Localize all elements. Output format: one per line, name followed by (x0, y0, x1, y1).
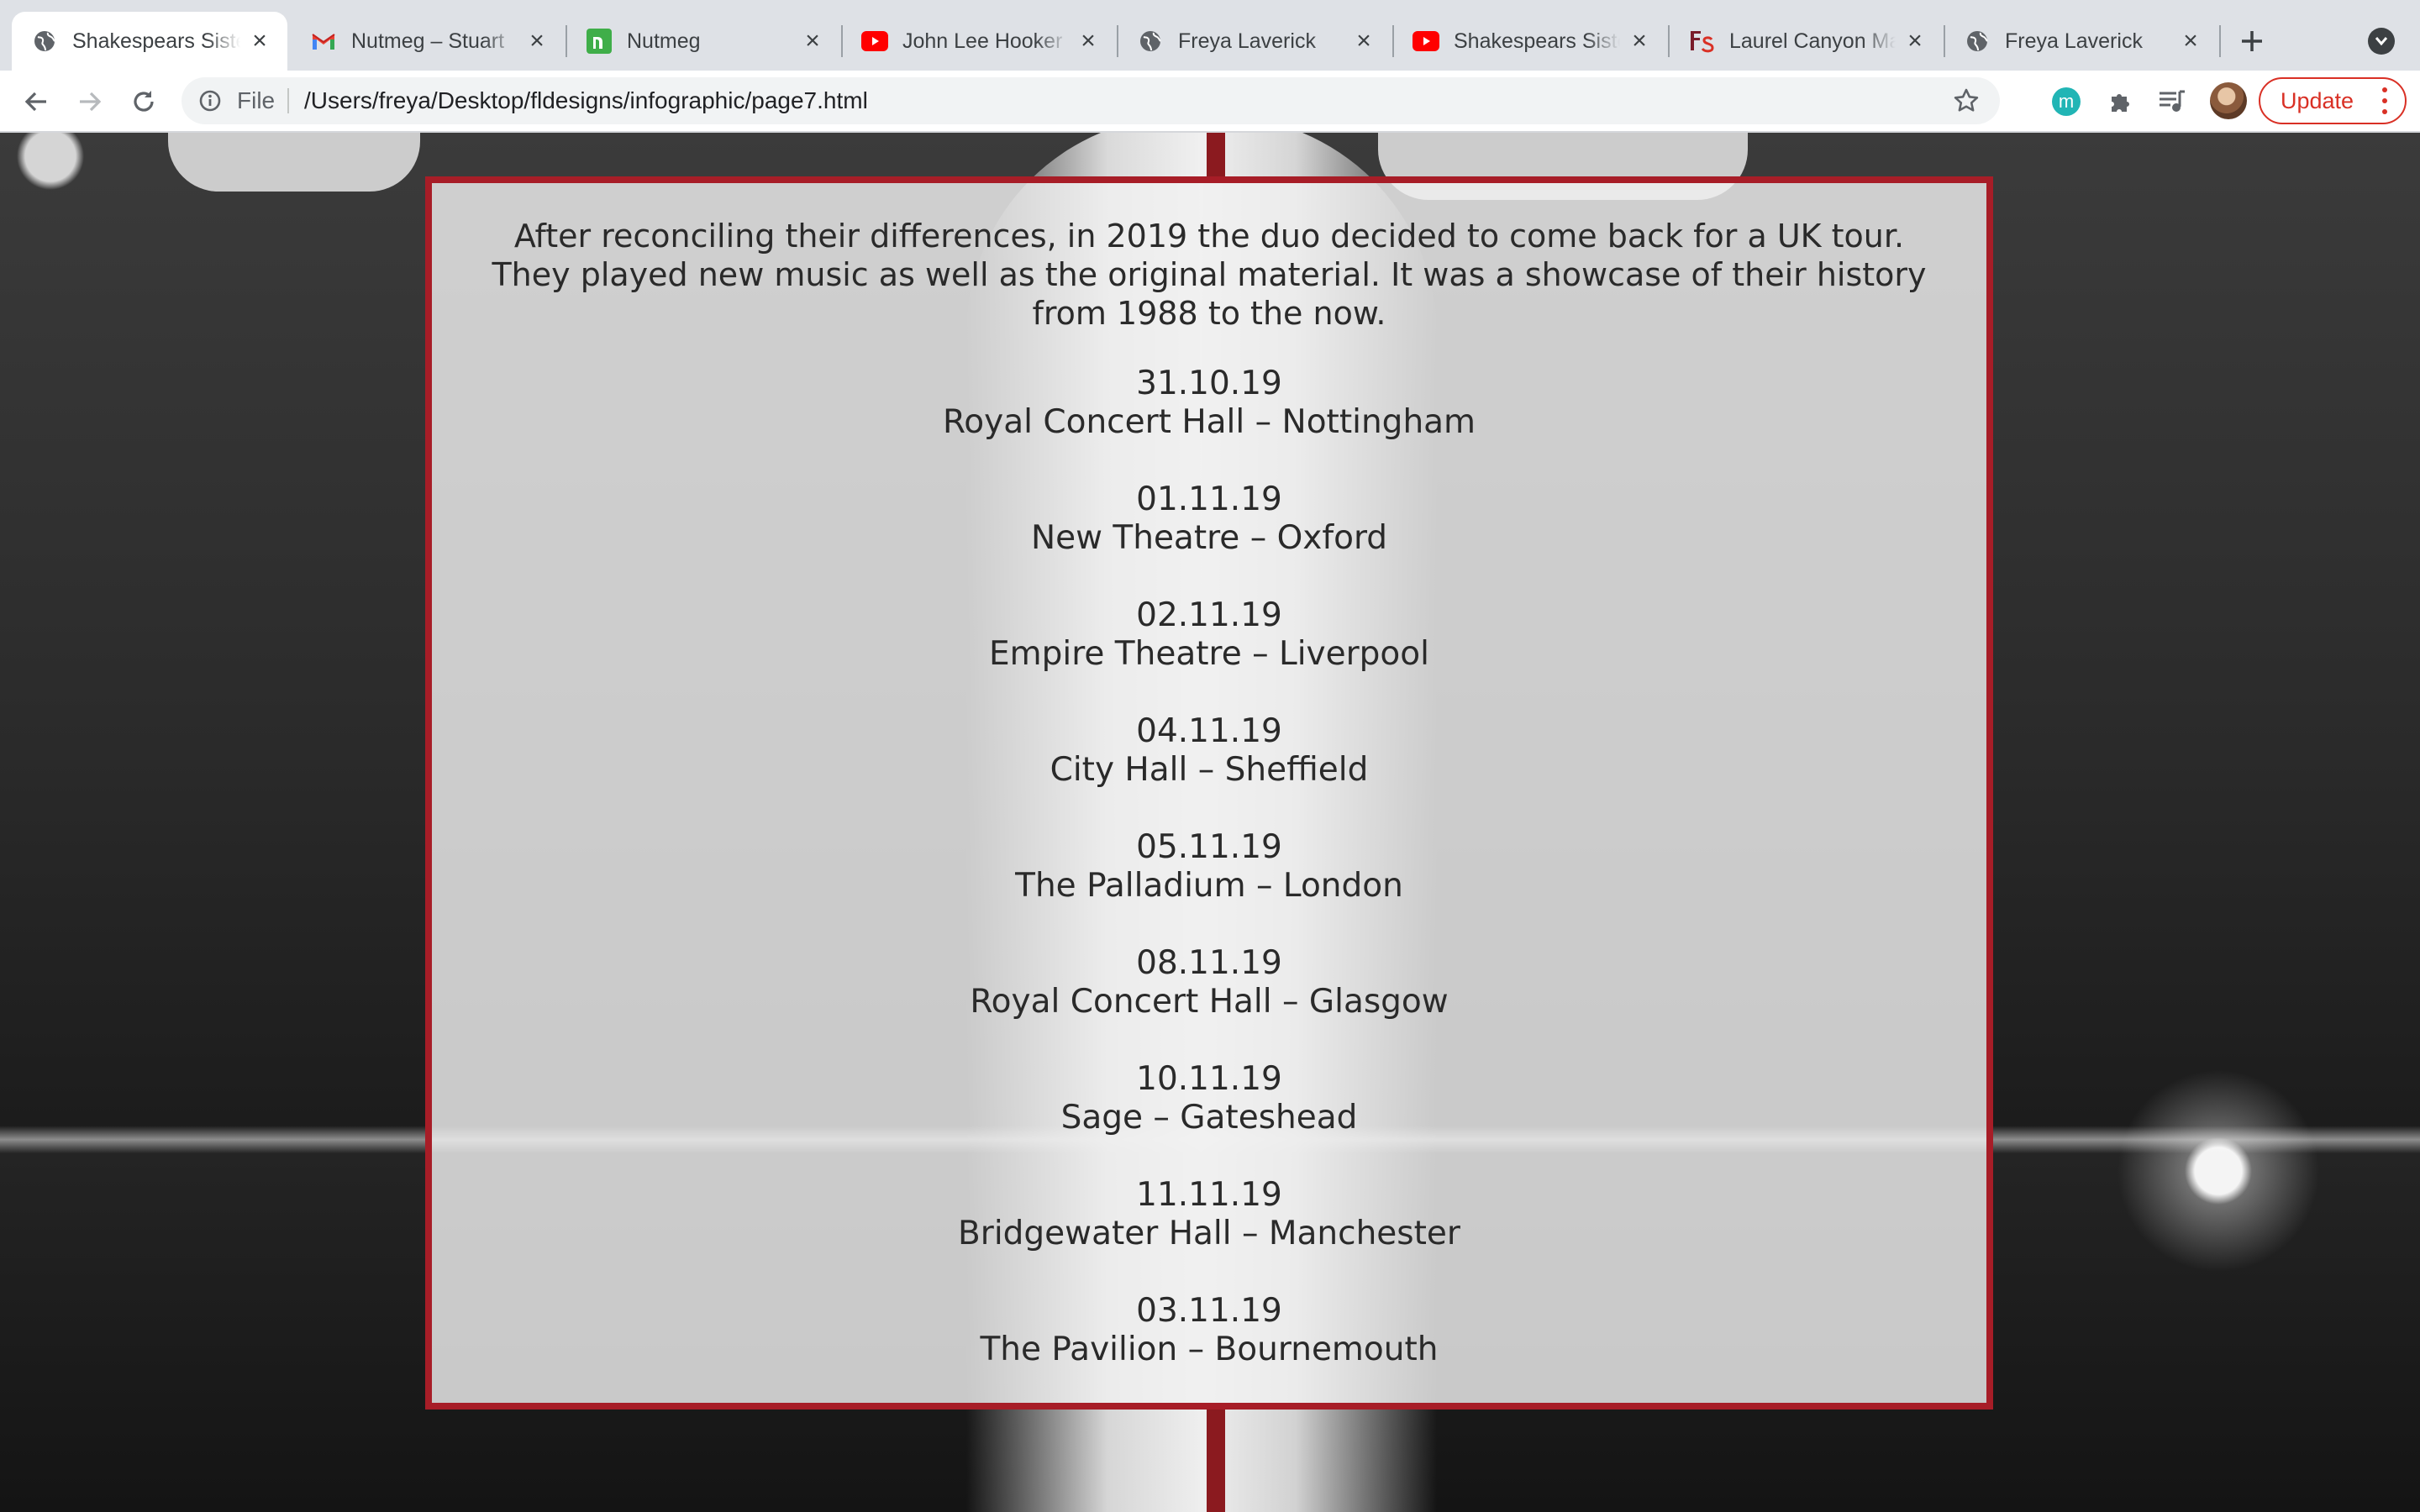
tour-venue: The Pavilion – Bournemouth (980, 1331, 1439, 1368)
globe-icon (30, 27, 59, 55)
tour-date: 03.11.19 (1136, 1292, 1282, 1330)
tab-separator (2219, 25, 2221, 57)
tour-date: 11.11.19 (1136, 1176, 1282, 1214)
close-icon[interactable]: × (1902, 27, 1928, 55)
tab-strip: Shakespears Sister × Nutmeg – Stuart × N… (0, 0, 2420, 71)
tour-venue: Bridgewater Hall – Manchester (958, 1215, 1460, 1252)
tour-date-item: 02.11.19 Empire Theatre – Liverpool (432, 596, 1986, 674)
tab-title: Shakespears Sister (1454, 29, 1620, 53)
back-button[interactable] (17, 82, 55, 121)
tour-date-item: 05.11.19 The Palladium – London (432, 828, 1986, 906)
tour-venue: Royal Concert Hall – Nottingham (942, 403, 1476, 441)
tab-nutmeg[interactable]: Nutmeg × (566, 12, 840, 71)
tour-date: 31.10.19 (1136, 365, 1282, 402)
tab-freya-laverick[interactable]: Freya Laverick × (1118, 12, 1392, 71)
extensions-puzzle-icon[interactable] (2102, 84, 2138, 119)
address-bar[interactable]: File /Users/freya/Desktop/fldesigns/info… (182, 77, 2000, 124)
close-icon[interactable]: × (1351, 27, 1376, 55)
close-icon[interactable]: × (1076, 27, 1101, 55)
media-queue-icon[interactable] (2154, 84, 2190, 119)
tour-date: 04.11.19 (1136, 712, 1282, 750)
tab-title: Shakespears Sister (72, 29, 240, 53)
address-divider (287, 88, 289, 113)
tab-nutmeg-stuart[interactable]: Nutmeg – Stuart × (291, 12, 565, 71)
tour-date: 10.11.19 (1136, 1060, 1282, 1098)
tour-date-item: 10.11.19 Sage – Gateshead (432, 1060, 1986, 1137)
tab-john-lee-hooker[interactable]: John Lee Hooker × (842, 12, 1116, 71)
tour-panel: After reconciling their differences, in … (425, 176, 1993, 1410)
tab-search-button[interactable] (2368, 28, 2395, 55)
tour-date: 08.11.19 (1136, 944, 1282, 982)
tour-venue: City Hall – Sheffield (1050, 751, 1369, 789)
profile-avatar[interactable] (2210, 82, 2247, 119)
gmail-icon (309, 27, 338, 55)
new-tab-button[interactable] (2228, 22, 2275, 60)
tab-freya-laverick-2[interactable]: Freya Laverick × (1944, 12, 2218, 71)
close-icon[interactable]: × (524, 27, 550, 55)
forward-button[interactable] (71, 82, 109, 121)
tab-title: Nutmeg – Stuart (351, 29, 505, 53)
close-icon[interactable]: × (800, 27, 825, 55)
tour-date-item: 03.11.19 The Pavilion – Bournemouth (432, 1292, 1986, 1369)
tab-title: John Lee Hooker (902, 29, 1063, 53)
nutmeg-icon (585, 27, 613, 55)
close-icon[interactable]: × (2178, 27, 2203, 55)
youtube-icon (1412, 27, 1440, 55)
arrow-left-icon (24, 92, 46, 112)
tour-date: 02.11.19 (1136, 596, 1282, 634)
arrow-right-icon (80, 92, 102, 112)
tab-title: Freya Laverick (2005, 29, 2143, 53)
tab-title: Nutmeg (627, 29, 701, 53)
close-icon[interactable]: × (247, 27, 272, 55)
tour-date: 01.11.19 (1136, 480, 1282, 518)
tour-intro: After reconciling their differences, in … (492, 218, 1927, 332)
url-text[interactable]: /Users/freya/Desktop/fldesigns/infograph… (304, 87, 868, 114)
tour-dates-list: 31.10.19 Royal Concert Hall – Nottingham… (432, 365, 1986, 1369)
update-label: Update (2281, 87, 2354, 113)
reload-button[interactable] (124, 82, 163, 121)
youtube-icon (860, 27, 889, 55)
fs-icon (1687, 27, 1716, 55)
background-red-strip (1207, 1410, 1225, 1512)
tour-date: 05.11.19 (1136, 828, 1282, 866)
tab-shakespears-sister[interactable]: Shakespears Sister × (12, 12, 287, 71)
globe-icon (1963, 27, 1991, 55)
globe-icon (1136, 27, 1165, 55)
tour-date-item: 11.11.19 Bridgewater Hall – Manchester (432, 1176, 1986, 1253)
tab-title: Freya Laverick (1178, 29, 1316, 53)
browser-toolbar: File /Users/freya/Desktop/fldesigns/info… (0, 71, 2420, 133)
update-button[interactable]: Update (2259, 77, 2407, 124)
info-icon[interactable] (197, 87, 224, 114)
extension-m-icon[interactable]: m (2049, 84, 2084, 119)
more-menu-icon (2381, 87, 2388, 114)
tour-date-item: 04.11.19 City Hall – Sheffield (432, 712, 1986, 790)
tour-venue: Sage – Gateshead (1060, 1099, 1358, 1137)
tour-venue: Empire Theatre – Liverpool (989, 635, 1429, 673)
chevron-down-icon (2375, 37, 2388, 46)
background-photo-detail (168, 133, 420, 192)
plus-icon (2242, 31, 2262, 51)
tab-shakespears-sister-youtube[interactable]: Shakespears Sister × (1393, 12, 1667, 71)
bookmark-star-icon[interactable] (1951, 86, 1981, 116)
tour-venue: New Theatre – Oxford (1030, 519, 1388, 557)
url-scheme-label: File (237, 87, 276, 113)
tab-title: Laurel Canyon Ma (1729, 29, 1896, 53)
tour-venue: Royal Concert Hall – Glasgow (970, 983, 1449, 1021)
background-red-strip (1207, 133, 1225, 176)
tour-venue: The Palladium – London (1015, 867, 1403, 905)
tour-date-item: 01.11.19 New Theatre – Oxford (432, 480, 1986, 558)
page-viewport: After reconciling their differences, in … (0, 133, 2420, 1512)
close-icon[interactable]: × (1627, 27, 1652, 55)
reload-icon (134, 91, 154, 112)
tour-date-item: 31.10.19 Royal Concert Hall – Nottingham (432, 365, 1986, 442)
tour-date-item: 08.11.19 Royal Concert Hall – Glasgow (432, 944, 1986, 1021)
extension-m-label: m (2052, 87, 2081, 116)
tab-laurel-canyon[interactable]: Laurel Canyon Ma × (1669, 12, 1943, 71)
